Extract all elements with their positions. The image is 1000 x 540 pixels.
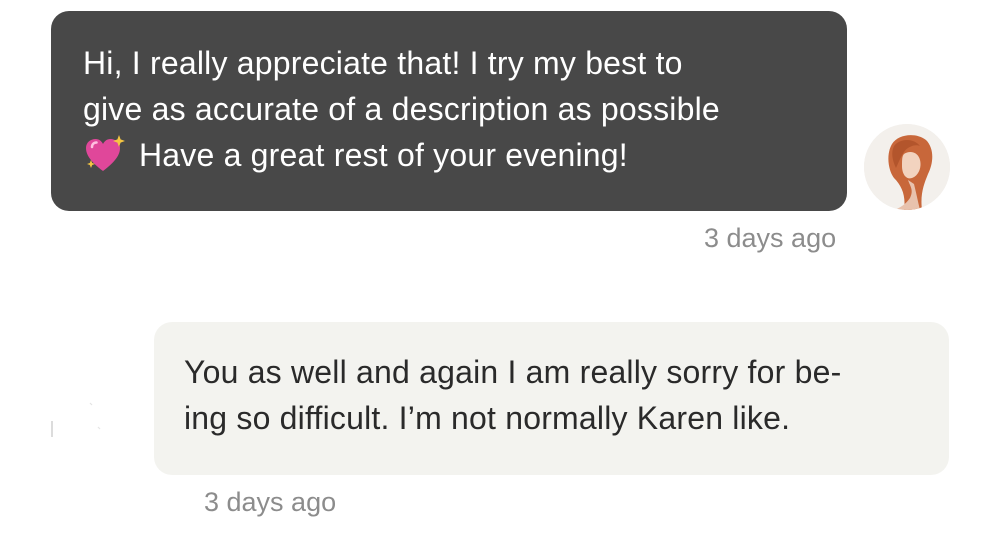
avatar[interactable]: [864, 124, 950, 210]
sparkling-heart-icon: [86, 134, 125, 171]
message-bubble-outgoing[interactable]: Hi, I really appreciate that! I try my b…: [51, 11, 847, 211]
message-timestamp: 3 days ago: [704, 223, 837, 253]
message-line: ing so difficult. I’m not normally Karen…: [184, 400, 791, 436]
message-line-text: Have a great rest of your evening!: [139, 137, 628, 173]
message-line: Have a great rest of your evening!: [83, 132, 815, 178]
profile-photo-icon: [864, 124, 950, 210]
avatar[interactable]: [48, 385, 134, 471]
message-line: Hi, I really appreciate that! I try my b…: [83, 45, 683, 81]
message-timestamp: 3 days ago: [204, 487, 337, 517]
chat-thread: Hi, I really appreciate that! I try my b…: [0, 0, 1000, 540]
message-bubble-incoming[interactable]: You as well and again I am really sorry …: [154, 322, 949, 475]
profile-photo-icon: [48, 385, 134, 471]
message-line: give as accurate of a description as pos…: [83, 91, 720, 127]
message-line: You as well and again I am really sorry …: [184, 354, 842, 390]
